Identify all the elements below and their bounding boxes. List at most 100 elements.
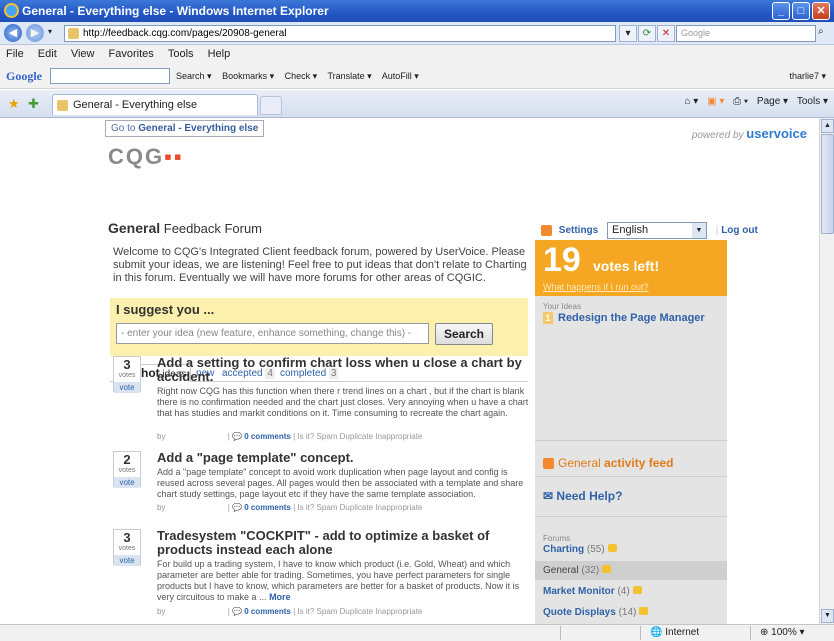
menu-favorites[interactable]: Favorites xyxy=(109,48,154,60)
google-user[interactable]: tharlie7 ▾ xyxy=(789,63,826,89)
cqg-logo-mark: ▪▪ xyxy=(164,144,184,169)
search-button[interactable]: Search xyxy=(435,323,493,345)
chevron-down-icon: ▼ xyxy=(692,223,707,238)
forum-name: Quote Displays xyxy=(543,607,616,618)
idea-meta: by | 💬 0 comments | Is it? Spam Duplicat… xyxy=(157,432,423,441)
idea-number: 1 xyxy=(543,312,553,324)
scroll-down-icon[interactable]: ▼ xyxy=(821,609,834,623)
bookmarks-button[interactable]: Bookmarks ▾ xyxy=(222,71,274,81)
address-bar: ◀ ▶ ▾ http://feedback.cqg.com/pages/2090… xyxy=(0,22,834,45)
new-tab-button[interactable] xyxy=(260,96,282,115)
window-controls: _ □ ✕ xyxy=(772,2,830,20)
idea-title[interactable]: Add a "page template" concept. xyxy=(157,451,525,465)
forum-item-quote-displays[interactable]: Quote Displays (14) xyxy=(535,603,727,622)
home-icon[interactable]: ⌂ ▾ xyxy=(684,96,698,107)
settings-link[interactable]: Settings xyxy=(559,225,598,236)
more-link[interactable]: More xyxy=(269,592,291,602)
divider xyxy=(535,476,727,477)
goto-forum-link[interactable]: Go to General - Everything else xyxy=(105,120,265,137)
comments-count: 0 comments xyxy=(244,432,291,441)
vote-button[interactable]: vote xyxy=(114,555,140,566)
stop-icon[interactable]: ✕ xyxy=(657,25,675,42)
language-value: English xyxy=(612,224,649,236)
vote-count: 3 xyxy=(123,357,131,372)
menu-tools[interactable]: Tools xyxy=(168,48,194,60)
back-button[interactable]: ◀ xyxy=(4,24,22,42)
comments-count: 0 comments xyxy=(244,503,291,512)
google-search-input[interactable] xyxy=(50,68,170,84)
forum-item-general[interactable]: General (32) xyxy=(535,561,727,580)
tab-general[interactable]: General - Everything else xyxy=(52,94,258,115)
divider xyxy=(750,626,751,640)
refresh-icon[interactable]: ⟳ xyxy=(638,25,656,42)
security-zone[interactable]: 🌐 Internet xyxy=(650,625,699,641)
need-help-link[interactable]: ✉ Need Help? xyxy=(543,489,622,503)
flag-links[interactable]: | Is it? Spam Duplicate Inappropriate xyxy=(293,607,422,616)
comments-link[interactable]: 💬 0 comments xyxy=(232,432,291,441)
vote-box: 3 votes vote xyxy=(113,529,141,566)
search-icon[interactable]: ⌕ xyxy=(818,26,824,37)
url-input[interactable]: http://feedback.cqg.com/pages/20908-gene… xyxy=(64,25,616,42)
menu-file[interactable]: File xyxy=(6,48,24,60)
goto-prefix: Go to xyxy=(111,123,136,134)
vertical-scrollbar[interactable]: ▲ ▼ xyxy=(819,118,834,624)
minimize-button[interactable]: _ xyxy=(772,2,790,20)
menu-edit[interactable]: Edit xyxy=(38,48,57,60)
print-icon[interactable]: ⎙ ▾ xyxy=(733,96,748,107)
powered-by[interactable]: powered by uservoice xyxy=(692,126,807,141)
idea-description: For build up a trading system, I have to… xyxy=(157,559,532,603)
recent-pages-dropdown[interactable]: ▾ xyxy=(48,27,52,36)
add-favorites-icon[interactable]: ✚ xyxy=(28,96,39,112)
search-input[interactable]: Google xyxy=(676,25,816,42)
your-idea-item[interactable]: 1 Redesign the Page Manager xyxy=(543,312,705,324)
feeds-icon[interactable]: ▣ ▾ xyxy=(707,96,724,107)
forum-item-charting[interactable]: Charting (55) xyxy=(535,540,727,559)
uservoice-logo[interactable]: uservoice xyxy=(746,126,807,141)
welcome-text: Welcome to CQG's Integrated Client feedb… xyxy=(113,246,527,284)
menu-view[interactable]: View xyxy=(71,48,95,60)
vote-button[interactable]: vote xyxy=(114,382,140,393)
translate-button[interactable]: Translate ▾ xyxy=(327,71,371,81)
idea-input[interactable]: - enter your idea (new feature, enhance … xyxy=(116,323,429,344)
activity-feed-link[interactable]: General activity feed xyxy=(543,456,673,470)
comments-link[interactable]: 💬 0 comments xyxy=(232,607,291,616)
idea-title[interactable]: Add a setting to confirm chart loss when… xyxy=(157,356,525,384)
votes-label: votes xyxy=(118,545,136,552)
forward-button[interactable]: ▶ xyxy=(26,24,44,42)
forum-item-market-monitor[interactable]: Market Monitor (4) xyxy=(535,582,727,601)
lock-icon xyxy=(602,565,612,573)
zoom-control[interactable]: ⊕ 100% ▾ xyxy=(760,625,805,641)
maximize-button[interactable]: □ xyxy=(792,2,810,20)
scroll-up-icon[interactable]: ▲ xyxy=(821,119,834,133)
autofill-button[interactable]: AutoFill ▾ xyxy=(382,71,419,81)
close-button[interactable]: ✕ xyxy=(812,2,830,20)
page-menu[interactable]: Page ▾ xyxy=(757,96,788,107)
zone-label: Internet xyxy=(665,627,700,638)
favorites-star-icon[interactable]: ★ xyxy=(8,96,20,112)
menu-help[interactable]: Help xyxy=(208,48,231,60)
tools-menu[interactable]: Tools ▾ xyxy=(797,96,828,107)
idea-description: Right now CQG has this function when the… xyxy=(157,386,529,418)
comments-link[interactable]: 💬 0 comments xyxy=(232,503,291,512)
page-viewport: Go to General - Everything else powered … xyxy=(0,118,819,624)
flag-links[interactable]: | Is it? Spam Duplicate Inappropriate xyxy=(293,432,422,441)
url-dropdown-button[interactable]: ▾ xyxy=(619,25,637,42)
lock-icon xyxy=(632,586,642,594)
window-title: General - Everything else - Windows Inte… xyxy=(22,4,329,18)
logout-link[interactable]: Log out xyxy=(721,225,758,236)
google-logo: Google xyxy=(6,69,42,83)
zoom-icon: ⊕ xyxy=(760,627,769,638)
goto-forum-name[interactable]: General - Everything else xyxy=(138,123,258,134)
envelope-icon: ✉ xyxy=(543,489,554,503)
vote-button[interactable]: vote xyxy=(114,477,140,488)
scrollbar-thumb[interactable] xyxy=(821,134,834,234)
forum-title-rest: Feedback Forum xyxy=(160,221,263,236)
google-search-button[interactable]: Search ▾ xyxy=(176,71,212,81)
run-out-link[interactable]: What happens if I run out? xyxy=(543,282,649,292)
cqg-logo-text: CQG xyxy=(108,144,165,169)
language-select[interactable]: English ▼ xyxy=(607,222,708,239)
check-button[interactable]: Check ▾ xyxy=(285,71,318,81)
idea-title[interactable]: Tradesystem "COCKPIT" - add to optimize … xyxy=(157,529,525,557)
vote-count: 2 xyxy=(123,452,131,467)
flag-links[interactable]: | Is it? Spam Duplicate Inappropriate xyxy=(293,503,422,512)
